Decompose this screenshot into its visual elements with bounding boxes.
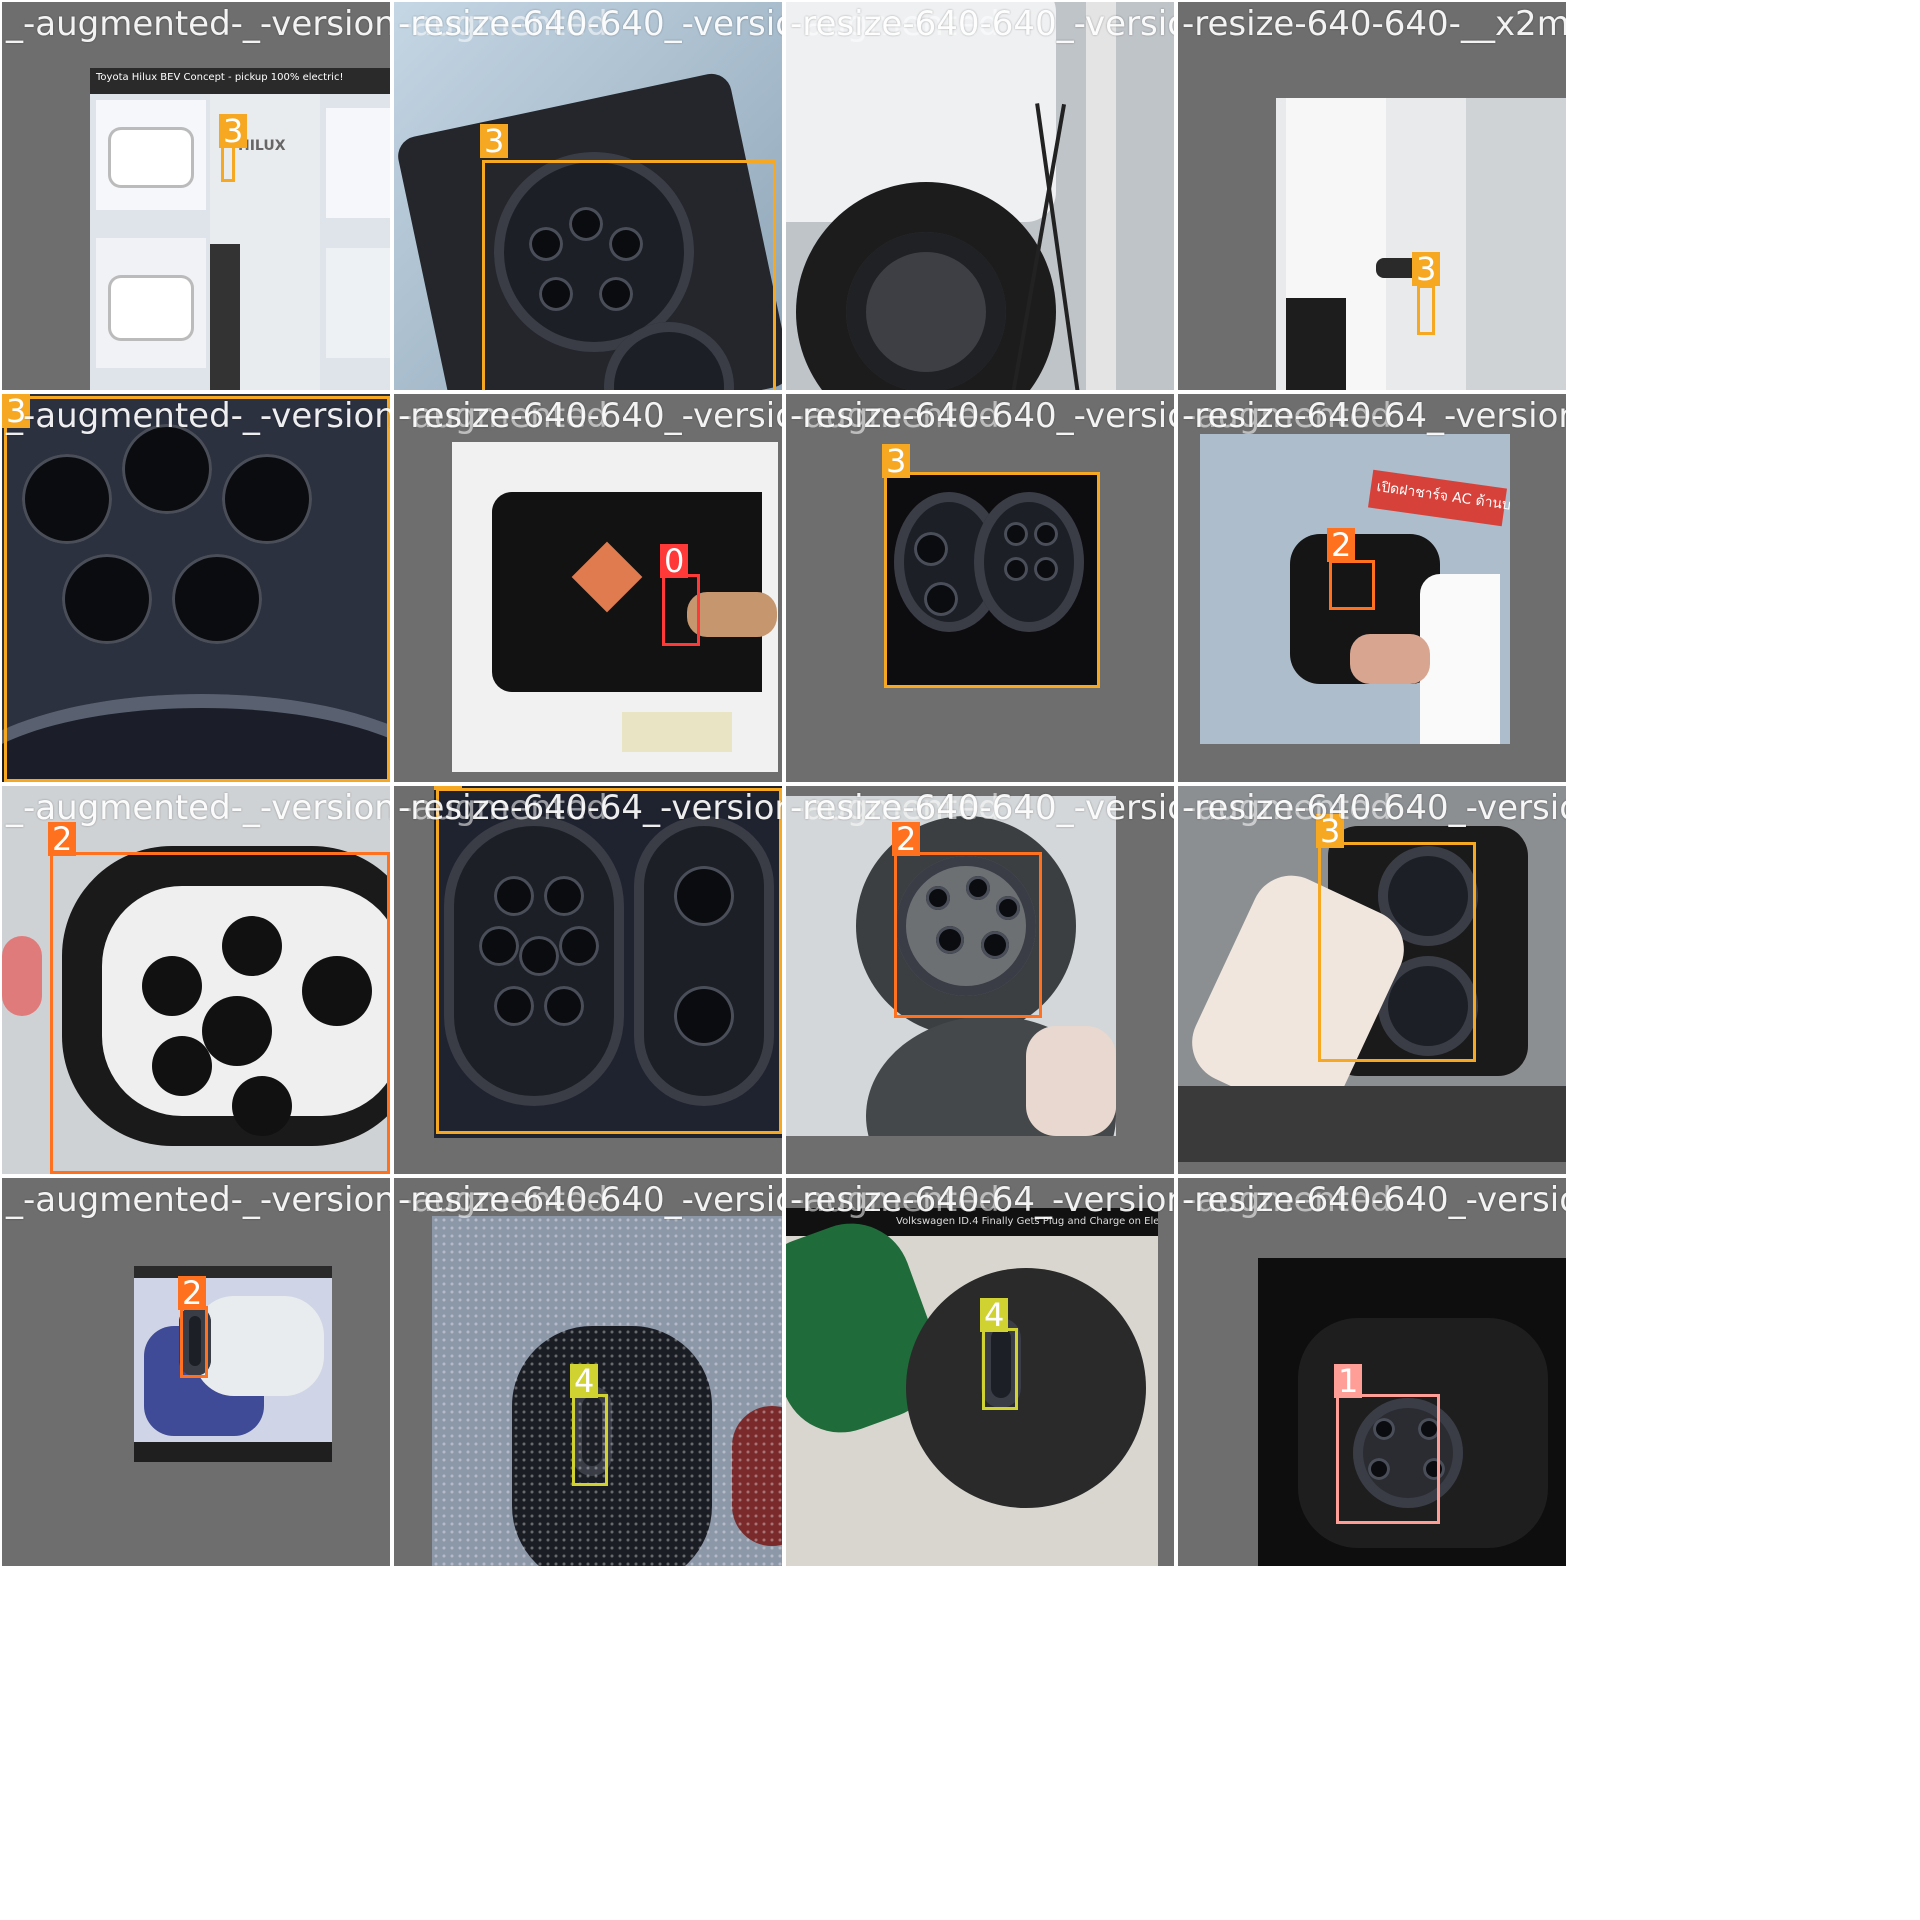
tile-filename: -resize-640-640-__x2mate. xyxy=(1182,4,1568,44)
tile-filename: -resize-640-64_-version-3__ xyxy=(790,1180,1174,1220)
grid-tile: 1 -augmented -resize-640-640_-version-16… xyxy=(1176,1176,1568,1568)
bounding-box xyxy=(4,396,390,782)
grid-tile: Volkswagen ID.4 Finally Gets Plug and Ch… xyxy=(784,1176,1176,1568)
tile-filename: -resize-640-640_-version-21__ xyxy=(398,1180,782,1220)
thumbnail-image xyxy=(452,442,778,772)
bbox-class-label: 4 xyxy=(980,1298,1009,1332)
bounding-box xyxy=(180,1306,208,1378)
thumbnail-image xyxy=(432,1216,782,1566)
bbox-class-label: 2 xyxy=(178,1276,207,1310)
tile-filename: -resize-640-640_-version-8__ xyxy=(398,396,782,436)
bounding-box xyxy=(1329,560,1375,610)
bbox-class-label: 3 xyxy=(882,444,911,478)
bounding-box xyxy=(1336,1394,1440,1524)
tile-filename: -resize-640-640_-version-16__ xyxy=(1182,788,1566,828)
bounding-box xyxy=(50,852,390,1174)
grid-tile: 3 _-augmented-_-version-9__ xyxy=(0,392,392,784)
grid-tile: 3 -augmented -resize-640-640_-version-6_… xyxy=(392,0,784,392)
tile-filename: -resize-640-640_-version-16__ xyxy=(1182,1180,1566,1220)
bounding-box xyxy=(482,160,776,390)
grid-tile: 2 _-augmented-_-version-18__ xyxy=(0,784,392,1176)
grid-tile: 0 -augmented -resize-640-640_-version-8_… xyxy=(392,392,784,784)
grid-tile: Toyota Hilux BEV Concept - pickup 100% e… xyxy=(0,0,392,392)
bbox-class-label: 3 xyxy=(219,114,248,148)
grid-tile: 3 -augmented -resize-640-64_-version-1__ xyxy=(392,784,784,1176)
bbox-class-label: 3 xyxy=(480,124,509,158)
tile-filename: -resize-640-64_-version-17_ xyxy=(1182,396,1566,436)
thumbnail-image xyxy=(786,2,1174,390)
bounding-box xyxy=(894,852,1042,1018)
thumbnail-title: Toyota Hilux BEV Concept - pickup 100% e… xyxy=(96,72,344,83)
bounding-box xyxy=(1318,842,1476,1062)
bbox-class-label: 3 xyxy=(1412,252,1441,286)
tile-filename: _-augmented-_-version-9__ xyxy=(6,4,392,44)
grid-tile: 3 -augmented -resize-640-640_-version-18… xyxy=(784,392,1176,784)
thumbnail-image xyxy=(1276,98,1566,390)
bbox-class-label: 1 xyxy=(1334,1364,1363,1398)
tile-filename: _-augmented-_-version-3__ xyxy=(6,1180,392,1220)
grid-tile: 2 _-augmented-_-version-3__ xyxy=(0,1176,392,1568)
grid-tile: -augmented -resize-640-640_-version-2__ xyxy=(784,0,1176,392)
tile-filename: -resize-640-640_-version-2__ xyxy=(790,788,1174,828)
bounding-box xyxy=(572,1394,608,1486)
bounding-box xyxy=(436,788,782,1134)
bounding-box xyxy=(1417,285,1435,335)
tile-filename: _-augmented-_-version-18__ xyxy=(6,788,390,828)
bounding-box xyxy=(982,1328,1018,1410)
thumbnail-image xyxy=(134,1266,332,1462)
bbox-class-label: 4 xyxy=(570,1364,599,1398)
grid-tile: 2 -augmented -resize-640-640_-version-2_… xyxy=(784,784,1176,1176)
bbox-class-label: 2 xyxy=(1327,528,1356,562)
thumbnail-image: Volkswagen ID.4 Finally Gets Plug and Ch… xyxy=(786,1208,1158,1566)
tile-filename: -resize-640-640_-version-18__ xyxy=(790,396,1174,436)
bounding-box xyxy=(662,574,700,646)
image-grid: Toyota Hilux BEV Concept - pickup 100% e… xyxy=(0,0,1920,1920)
tile-filename: -resize-640-64_-version-1__ xyxy=(398,788,782,828)
tile-filename: -resize-640-640_-version-2__ xyxy=(790,4,1174,44)
grid-tile: 3 -resize-640-640-__x2mate. xyxy=(1176,0,1568,392)
grid-tile: เปิดฝาชาร์จ AC ด้านบน 2 -augmented -resi… xyxy=(1176,392,1568,784)
bounding-box xyxy=(884,472,1100,688)
grid-tile: 4 -augmented -resize-640-640_-version-21… xyxy=(392,1176,784,1568)
tile-filename: _-augmented-_-version-9__ xyxy=(6,396,392,436)
bbox-class-label: 0 xyxy=(660,544,689,578)
tile-filename: -resize-640-640_-version-6__ xyxy=(398,4,782,44)
grid-tile: 3 -augmented -resize-640-640_-version-16… xyxy=(1176,784,1568,1176)
